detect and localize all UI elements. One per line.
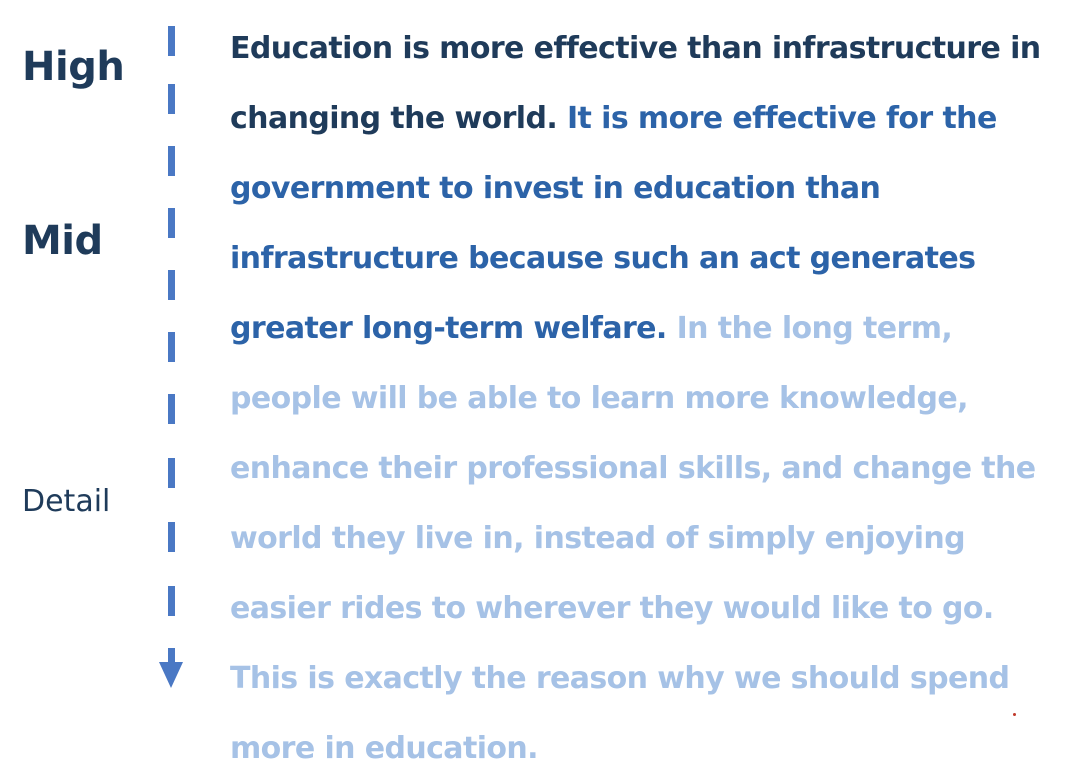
arrow-dash: [168, 26, 175, 56]
arrow-dash: [168, 84, 175, 114]
arrow-dash: [168, 208, 175, 238]
arrow-dash: [168, 394, 175, 424]
arrow-dash: [168, 586, 175, 616]
level-label-high: High: [22, 44, 125, 90]
level-arrow: [159, 26, 183, 696]
arrow-dash: [168, 522, 175, 552]
arrow-dash: [168, 146, 175, 176]
detail-level-sentences: In the long term, people will be able to…: [230, 311, 1036, 766]
mid-level-sentence: It is more effective for the government …: [230, 101, 997, 346]
arrow-dash: [168, 332, 175, 362]
level-label-detail: Detail: [22, 484, 111, 519]
arrow-down-icon: [159, 662, 183, 688]
arrow-dash: [168, 458, 175, 488]
level-label-mid: Mid: [22, 218, 103, 264]
stray-dot: [1013, 713, 1016, 716]
arrow-dash: [168, 270, 175, 300]
essay-paragraph: Education is more effective than infrast…: [230, 14, 1065, 784]
